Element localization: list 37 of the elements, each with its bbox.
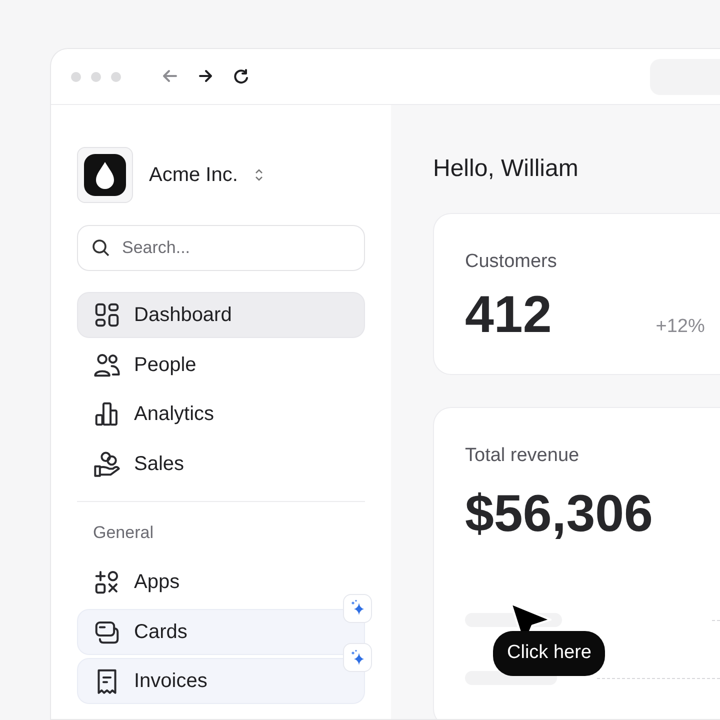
sidebar-item[interactable]: Sales [77,440,365,486]
window-dot [71,72,81,82]
sidebar-item[interactable]: Dashboard [77,292,365,338]
tooltip: Click here [493,631,606,676]
card-value: 412 [465,286,552,344]
hand-coins-icon [94,450,120,476]
logo-icon [77,147,133,203]
window-dot [91,72,101,82]
card-label: Total revenue [465,444,580,468]
apps-icon [94,569,120,595]
sparkle-icon [348,599,366,617]
search-field[interactable]: Search... [77,225,365,271]
sidebar-item[interactable]: Cards [77,608,365,654]
sparkle-icon [348,648,366,666]
sparkle-button[interactable] [343,643,372,672]
sidebar-item[interactable]: People [77,342,365,388]
back-arrow-icon [162,68,178,84]
sparkle-button[interactable] [343,594,372,622]
search-input[interactable]: Search... [120,234,350,262]
card-label: Customers [465,250,558,274]
greeting: Hello, William [433,154,580,184]
chevron-updown-icon[interactable] [254,167,264,183]
card-value: $56,306 [465,486,653,544]
forward-arrow-icon [198,68,214,84]
section-title: General [92,522,154,544]
workspace-name[interactable]: Acme Inc. [149,160,238,190]
bar-chart-icon [94,401,120,427]
search-icon [92,239,110,257]
sidebar-item[interactable]: Analytics [77,391,365,437]
cards-icon [94,618,120,644]
reload-icon [234,68,250,84]
change-percent: +12% [656,314,705,338]
dashboard-icon [94,302,120,328]
sidebar-item[interactable]: Apps [77,559,365,605]
window-dot [111,72,121,82]
sidebar-item[interactable]: Invoices [77,658,365,704]
people-icon [94,352,120,378]
